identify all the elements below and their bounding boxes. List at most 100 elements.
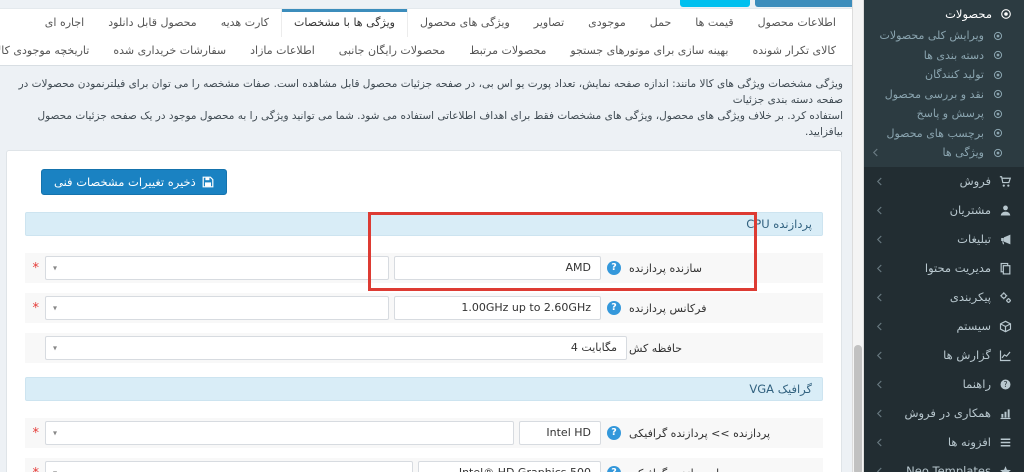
sidebar-item-label: محصولات (945, 7, 992, 21)
spec-select[interactable]: ▾ (45, 461, 413, 472)
help-icon[interactable]: ? (607, 261, 621, 275)
chevron-left-icon (872, 148, 879, 157)
dot-circle-icon (991, 127, 1004, 140)
spec-select[interactable]: ▾ (45, 421, 514, 445)
spec-row-cpu-manufacturer: سازنده پردازنده ? AMD ▾ * (25, 253, 823, 283)
bars-icon (999, 436, 1012, 449)
tabs-row-1: اطلاعات محصول قیمت ها حمل موجودی تصاویر … (0, 9, 852, 37)
sidebar-item-help[interactable]: ? راهنما (864, 370, 1024, 399)
dot-circle-icon (991, 107, 1004, 120)
sidebar-item-label: سیستم (957, 319, 992, 333)
tab-pictures[interactable]: تصاویر (522, 9, 576, 37)
spec-select[interactable]: ▾ (45, 256, 389, 280)
sidebar-item-categories[interactable]: دسته بندی ها (864, 46, 1024, 66)
spec-row-gpu: پردازنده >> پردازنده گرافیکی ? Intel HD … (25, 418, 823, 448)
vertical-scrollbar[interactable] (852, 0, 864, 472)
spec-value-field[interactable]: Intel® HD Graphics 500 (418, 461, 601, 472)
sidebar-item-plugins[interactable]: افزونه ها (864, 428, 1024, 457)
chevron-left-icon (876, 293, 883, 302)
tab-shipping[interactable]: حمل (638, 9, 684, 37)
tab-inventory[interactable]: موجودی (576, 9, 638, 37)
tab-rental[interactable]: اجاره ای (33, 9, 96, 37)
sidebar-item-label: تبلیغات (957, 232, 991, 246)
sidebar-item-neo-templates[interactable]: Neo Templates (864, 457, 1024, 472)
spec-value-field[interactable]: 1.00GHz up to 2.60GHz (394, 296, 601, 320)
tab-stock-history[interactable]: تاریخچه موجودی کالا (0, 37, 101, 65)
chevron-down-icon: ▾ (53, 264, 57, 273)
sidebar-item-product-reviews[interactable]: نقد و بررسی محصول (864, 85, 1024, 105)
chevron-left-icon (876, 409, 883, 418)
cut-off-button-blue[interactable] (755, 0, 852, 7)
required-asterisk: * (31, 426, 39, 441)
tab-downloadable[interactable]: محصول قابل دانلود (96, 9, 208, 37)
spec-value-field[interactable]: Intel HD (519, 421, 601, 445)
files-icon (999, 262, 1012, 275)
tab-seo[interactable]: بهینه سازی برای موتورهای جستجو (558, 37, 740, 65)
help-icon[interactable]: ? (607, 466, 621, 472)
sidebar-item-questions-answers[interactable]: پرسش و پاسخ (864, 104, 1024, 124)
tab-cross-sells[interactable]: محصولات رایگان جانبی (327, 37, 457, 65)
section-vga: گرافیک VGA پردازنده >> پردازنده گرافیکی … (25, 377, 823, 472)
tab-prices[interactable]: قیمت ها (683, 9, 745, 37)
sidebar-item-label: پرسش و پاسخ (917, 107, 984, 120)
spec-label: پردازنده >> پردازنده گرافیکی (627, 427, 819, 440)
dot-circle-icon (991, 146, 1004, 159)
sidebar-item-products[interactable]: محصولات (864, 2, 1024, 26)
tab-product-info[interactable]: اطلاعات محصول (746, 9, 848, 37)
sidebar-products-group: محصولات ویرایش کلی محصولات دسته بندی ها … (864, 0, 1024, 167)
save-spec-changes-button[interactable]: ذخیره تغییرات مشخصات فنی (41, 169, 227, 195)
help-icon[interactable]: ? (607, 426, 621, 440)
chevron-left-icon (876, 438, 883, 447)
tab-recurring[interactable]: کالای تکرار شونده (740, 37, 848, 65)
star-icon (999, 465, 1012, 472)
tab-specification-attributes[interactable]: ویژگی ها با مشخصات (281, 9, 408, 37)
sales-chart-icon (999, 407, 1012, 420)
scrollbar-thumb[interactable] (854, 345, 862, 472)
sidebar-item-content-management[interactable]: مدیریت محتوا (864, 254, 1024, 283)
sidebar-item-system[interactable]: سیستم (864, 312, 1024, 341)
user-icon (999, 204, 1012, 217)
svg-text:?: ? (1003, 380, 1007, 389)
cut-off-button-aqua[interactable] (680, 0, 750, 7)
dot-circle-icon (991, 49, 1004, 62)
required-asterisk: * (31, 301, 39, 316)
cart-icon (999, 175, 1012, 188)
section-vga-title: گرافیک VGA (25, 377, 823, 401)
sidebar-item-customers[interactable]: مشتریان (864, 196, 1024, 225)
panel-toolbar: ذخیره تغییرات مشخصات فنی (25, 169, 823, 195)
help-icon[interactable]: ? (607, 301, 621, 315)
spec-select[interactable]: ▾ (45, 296, 389, 320)
spec-value-field[interactable]: AMD (394, 256, 601, 280)
sidebar-item-product-tags[interactable]: برچسب های محصول (864, 124, 1024, 144)
dot-circle-icon (991, 68, 1004, 81)
tab-product-attributes[interactable]: ویژگی های محصول (408, 9, 522, 37)
sidebar-item-sales[interactable]: فروش (864, 167, 1024, 196)
spec-select[interactable]: 4 مگابایت ▾ (45, 336, 627, 360)
sidebar-item-attributes[interactable]: ویژگی ها (864, 143, 1024, 163)
description-line-1: ویژگی مشخصات ویژگی های کالا مانند: انداز… (14, 76, 843, 108)
sidebar-item-configuration[interactable]: پیکربندی (864, 283, 1024, 312)
spec-row-cache-memory: حافظه کش 4 مگابایت ▾ (25, 333, 823, 363)
chevron-left-icon (876, 322, 883, 331)
sidebar-item-label: فروش (960, 174, 991, 188)
chevron-left-icon (876, 380, 883, 389)
tab-gift-card[interactable]: کارت هدیه (209, 9, 281, 37)
sidebar-item-reports[interactable]: گزارش ها (864, 341, 1024, 370)
tab-extra-info[interactable]: اطلاعات مازاد (238, 37, 327, 65)
chevron-left-icon (876, 206, 883, 215)
sidebar-item-label: همکاری در فروش (904, 406, 991, 420)
sidebar-item-promotions[interactable]: تبلیغات (864, 225, 1024, 254)
sidebar-item-bulk-edit[interactable]: ویرایش کلی محصولات (864, 26, 1024, 46)
tab-purchased-orders[interactable]: سفارشات خریداری شده (101, 37, 238, 65)
dot-circle-icon (991, 88, 1004, 101)
sidebar-item-affiliate-sales[interactable]: همکاری در فروش (864, 399, 1024, 428)
required-asterisk: * (31, 466, 39, 472)
sidebar-item-manufacturers[interactable]: تولید کنندگان (864, 65, 1024, 85)
tab-related-products[interactable]: محصولات مرتبط (457, 37, 558, 65)
product-edit-tabs: اطلاعات محصول قیمت ها حمل موجودی تصاویر … (0, 8, 852, 66)
sidebar-item-label: ویژگی ها (943, 146, 985, 159)
header-strip (0, 0, 852, 8)
dot-circle-icon (991, 29, 1004, 42)
main-content: اطلاعات محصول قیمت ها حمل موجودی تصاویر … (0, 0, 852, 472)
megaphone-icon (999, 233, 1012, 246)
